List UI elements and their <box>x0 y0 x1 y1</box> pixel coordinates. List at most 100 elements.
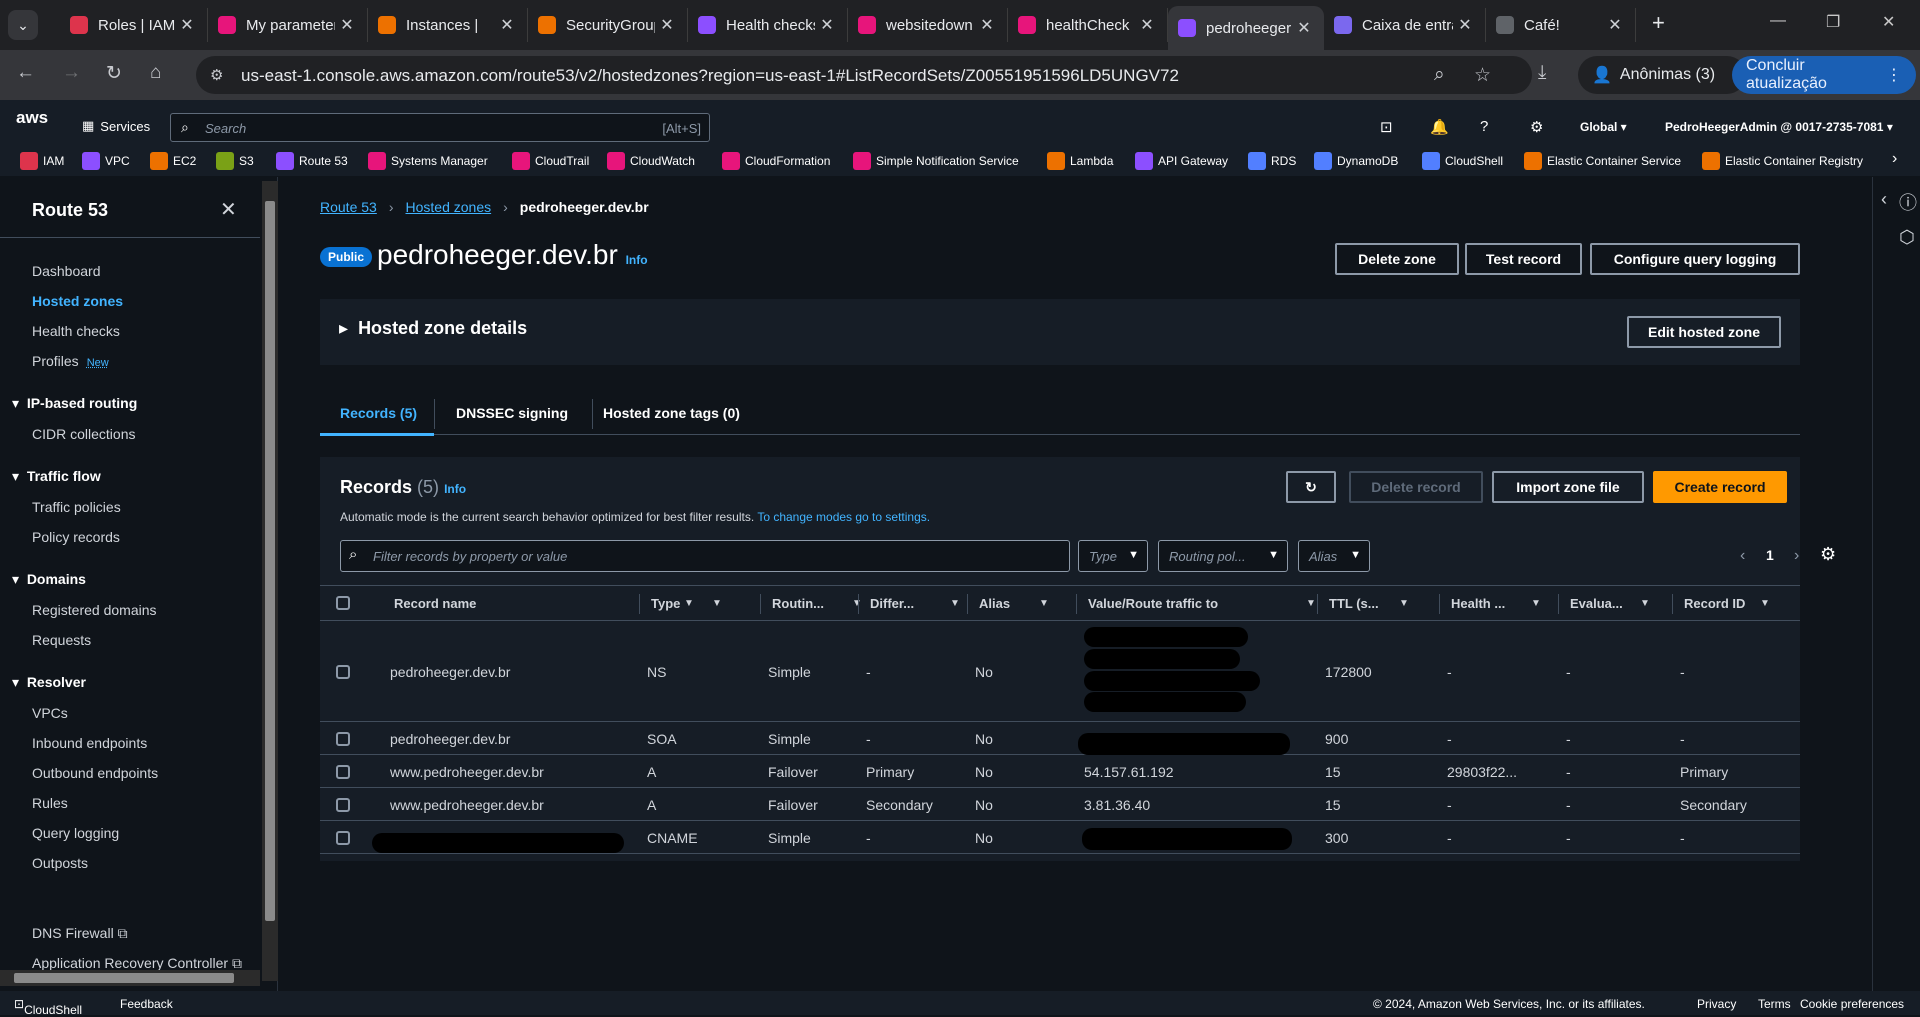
update-button[interactable]: Concluir atualização ⋮ <box>1732 56 1916 94</box>
close-tab-icon[interactable]: ✕ <box>1453 15 1477 35</box>
table-row[interactable]: www.pedroheeger.dev.br A Failover Primary No… <box>320 755 1800 788</box>
console-search-input[interactable]: ⌕ Search [Alt+S] <box>170 113 710 142</box>
incognito-button[interactable]: 👤 Anônimas (3) <box>1578 56 1746 94</box>
test-record-button[interactable]: Test record <box>1465 243 1582 275</box>
shield-icon[interactable]: ⬡ <box>1899 227 1915 248</box>
table-row[interactable]: pedroheeger.dev.br SOA Simple - No 900 - - - <box>320 722 1800 755</box>
sidebar-item-health-checks[interactable]: Health checks <box>32 323 120 339</box>
type-filter-select[interactable]: Type ▼ <box>1078 540 1148 572</box>
account-menu[interactable]: PedroHeegerAdmin @ 0017-2735-7081 ▾ <box>1665 120 1893 134</box>
home-icon[interactable]: ⌂ <box>150 62 161 84</box>
favorite-service[interactable]: Simple Notification Service <box>853 152 1019 170</box>
sidebar-horizontal-scrollbar[interactable] <box>0 970 260 986</box>
tab-dnssec[interactable]: DNSSEC signing <box>456 405 568 421</box>
row-checkbox[interactable] <box>336 732 350 746</box>
refresh-button[interactable]: ↻ <box>1286 471 1336 503</box>
sort-icon[interactable]: ▼ <box>712 598 722 609</box>
breadcrumb-route53[interactable]: Route 53 <box>320 199 377 215</box>
sidebar-item-rules[interactable]: Rules <box>32 795 68 811</box>
browser-tab[interactable]: Café! ✕ <box>1486 8 1636 42</box>
restore-icon[interactable]: ❐ <box>1826 12 1840 32</box>
sidebar-item-cidr[interactable]: CIDR collections <box>32 426 135 442</box>
notifications-icon[interactable]: 🔔 <box>1430 118 1449 136</box>
sidebar-item-vpcs[interactable]: VPCs <box>32 705 68 721</box>
filter-records-input[interactable]: ⌕ Filter records by property or value <box>340 540 1070 572</box>
favorite-service[interactable]: CloudShell <box>1422 152 1503 170</box>
sort-icon[interactable]: ▼ <box>1399 598 1409 609</box>
section-resolver[interactable]: ▾ Resolver <box>12 674 86 691</box>
tab-tags[interactable]: Hosted zone tags (0) <box>603 405 740 421</box>
forward-icon[interactable]: → <box>62 62 81 84</box>
browser-tab[interactable]: Instances | ✕ <box>368 8 528 42</box>
close-tab-icon[interactable]: ✕ <box>1292 18 1316 38</box>
close-icon[interactable]: ✕ <box>220 197 237 222</box>
section-ip-routing[interactable]: ▾ IP-based routing <box>12 395 137 412</box>
delete-zone-button[interactable]: Delete zone <box>1335 243 1459 275</box>
privacy-link[interactable]: Privacy <box>1697 997 1736 1011</box>
column-header[interactable]: Routin... ▼ <box>772 596 862 611</box>
favorite-service[interactable]: EC2 <box>150 152 196 170</box>
alias-filter-select[interactable]: Alias ▼ <box>1298 540 1370 572</box>
sidebar-item-hosted-zones[interactable]: Hosted zones <box>32 293 123 309</box>
row-checkbox[interactable] <box>336 665 350 679</box>
terms-link[interactable]: Terms <box>1758 997 1791 1011</box>
hosted-zone-details-panel[interactable]: ▸ Hosted zone details Edit hosted zone <box>320 299 1800 365</box>
favorite-service[interactable]: VPC <box>82 152 130 170</box>
sidebar-item-query-logging[interactable]: Query logging <box>32 825 119 841</box>
info-icon[interactable]: ⓘ <box>1899 189 1917 215</box>
column-header[interactable]: Health ... ▼ <box>1451 596 1541 611</box>
aws-logo[interactable]: aws <box>16 108 48 128</box>
favorite-service[interactable]: RDS <box>1248 152 1296 170</box>
page-number[interactable]: 1 <box>1766 547 1774 563</box>
bookmark-star-icon[interactable]: ☆ <box>1474 64 1491 87</box>
minimize-icon[interactable]: — <box>1770 12 1786 30</box>
close-tab-icon[interactable]: ✕ <box>1135 15 1159 35</box>
favorite-service[interactable]: CloudWatch <box>607 152 695 170</box>
help-icon[interactable]: ? <box>1480 118 1488 135</box>
browser-tab[interactable]: healthCheck ✕ <box>1008 8 1168 42</box>
new-tab-button[interactable]: + <box>1652 10 1665 36</box>
cloudshell-icon[interactable]: ⊡ <box>1380 118 1393 136</box>
close-tab-icon[interactable]: ✕ <box>655 15 679 35</box>
close-tab-icon[interactable]: ✕ <box>495 15 519 35</box>
feedback-link[interactable]: Feedback <box>120 997 173 1011</box>
back-icon[interactable]: ← <box>16 62 35 84</box>
sort-icon[interactable]: ▼ <box>950 598 960 609</box>
browser-tab[interactable]: websitedown ✕ <box>848 8 1008 42</box>
sort-icon[interactable]: ▼ <box>1306 598 1316 609</box>
sidebar-item-inbound-endpoints[interactable]: Inbound endpoints <box>32 735 147 751</box>
zoom-icon[interactable]: ⌕ <box>1434 64 1445 86</box>
sort-icon[interactable]: ▼ <box>1760 598 1770 609</box>
delete-record-button[interactable]: Delete record <box>1349 471 1483 503</box>
collapse-chevron-icon[interactable]: ‹ <box>1881 189 1887 210</box>
sidebar-item-dns-firewall[interactable]: DNS Firewall ⧉ <box>32 925 128 942</box>
sidebar-item-profiles[interactable]: Profiles New <box>32 353 109 369</box>
download-icon[interactable]: ⤓ <box>1538 62 1546 84</box>
favorite-service[interactable]: API Gateway <box>1135 152 1228 170</box>
favorite-service[interactable]: Lambda <box>1047 152 1113 170</box>
info-link[interactable]: Info <box>626 253 648 267</box>
column-header[interactable]: Alias ▼ <box>979 596 1049 611</box>
section-traffic-flow[interactable]: ▾ Traffic flow <box>12 468 101 485</box>
cloudshell-footer-button[interactable]: ⊡ CloudShell <box>14 997 82 1017</box>
tab-records[interactable]: Records (5) <box>340 405 417 421</box>
column-header[interactable]: Differ... ▼ <box>870 596 960 611</box>
row-checkbox[interactable] <box>336 765 350 779</box>
close-window-icon[interactable]: ✕ <box>1882 12 1895 32</box>
sidebar-item-requests[interactable]: Requests <box>32 632 91 648</box>
table-preferences-icon[interactable]: ⚙ <box>1820 544 1836 565</box>
sort-icon[interactable]: ▼ <box>852 598 862 609</box>
address-bar[interactable]: ⚙ us-east-1.console.aws.amazon.com/route… <box>196 56 1532 94</box>
sidebar-item-traffic-policies[interactable]: Traffic policies <box>32 499 121 515</box>
browser-tab[interactable]: SecurityGroups✕ <box>528 8 688 42</box>
favorite-service[interactable]: CloudFormation <box>722 152 830 170</box>
close-tab-icon[interactable]: ✕ <box>175 15 199 35</box>
browser-tab[interactable]: Health checks ✕ <box>688 8 848 42</box>
favorites-more-icon[interactable]: › <box>1892 150 1897 168</box>
close-tab-icon[interactable]: ✕ <box>975 15 999 35</box>
row-checkbox[interactable] <box>336 798 350 812</box>
prev-page-icon[interactable]: ‹ <box>1740 547 1745 565</box>
browser-tab[interactable]: Caixa de entrada✕ <box>1324 8 1486 42</box>
column-header[interactable]: TTL (s... ▼ <box>1329 596 1409 611</box>
browser-tab[interactable]: pedroheeger ✕ <box>1168 6 1324 50</box>
